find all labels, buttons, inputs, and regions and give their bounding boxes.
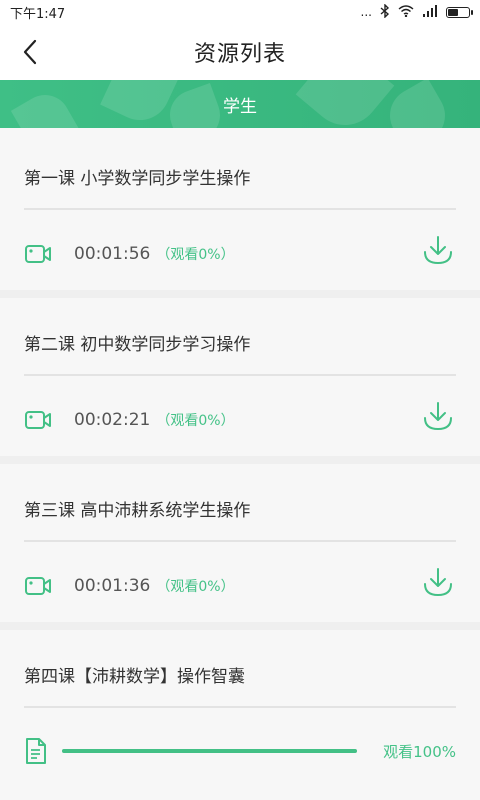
download-icon[interactable] — [420, 232, 456, 268]
lesson-meta-row: 00:01:36 （观看0%） — [24, 542, 456, 630]
list-item[interactable]: 第二课 初中数学同步学习操作 00:02:21 （观看0%） — [0, 298, 480, 464]
status-time: 下午1:47 — [10, 6, 66, 22]
lesson-meta-row: 00:02:21 （观看0%） — [24, 376, 456, 464]
video-camera-icon — [25, 245, 51, 263]
video-camera-icon — [25, 577, 51, 595]
read-progress-bar — [62, 749, 358, 753]
video-camera-icon — [25, 411, 51, 429]
list-item[interactable]: 第三课 高中沛耕系统学生操作 00:01:36 （观看0%） — [0, 464, 480, 630]
tab-students[interactable]: 学生 — [223, 92, 257, 117]
lesson-title: 第二课 初中数学同步学习操作 — [24, 335, 251, 355]
tab-bar: 学生 — [0, 80, 480, 128]
lesson-title: 第三课 高中沛耕系统学生操作 — [24, 501, 251, 521]
duration: 00:01:36 — [74, 576, 151, 596]
chevron-left-icon — [23, 39, 37, 65]
decorative-leaf-3 — [295, 80, 395, 128]
battery-icon — [446, 6, 473, 18]
list-item[interactable]: 第四课【沛耕数学】操作智囊 观看100% — [0, 630, 480, 794]
status-bar: 下午1:47 ... — [0, 0, 480, 24]
read-progress-fill — [62, 749, 358, 753]
bluetooth-icon — [380, 2, 390, 21]
signal-icon — [422, 4, 438, 20]
status-icons: ... — [360, 2, 473, 21]
document-meta-row: 观看100% — [24, 708, 456, 794]
back-button[interactable] — [12, 34, 48, 70]
document-icon — [26, 738, 46, 764]
watch-progress: （观看0%） — [156, 579, 235, 595]
app-header: 资源列表 — [0, 24, 480, 80]
resource-list: 第一课 小学数学同步学生操作 00:01:56 （观看0%） 第二课 初中数学同… — [0, 128, 480, 794]
duration: 00:01:56 — [74, 244, 151, 264]
watch-progress: （观看0%） — [156, 247, 235, 263]
watch-percentage: 观看100% — [383, 742, 456, 761]
wifi-icon — [398, 4, 414, 20]
download-icon[interactable] — [420, 398, 456, 434]
lesson-meta-row: 00:01:56 （观看0%） — [24, 210, 456, 298]
page-title: 资源列表 — [193, 42, 286, 67]
lesson-title: 第四课【沛耕数学】操作智囊 — [24, 667, 245, 687]
watch-progress: （观看0%） — [156, 413, 235, 429]
more-dots-icon: ... — [360, 5, 372, 19]
list-item[interactable]: 第一课 小学数学同步学生操作 00:01:56 （观看0%） — [0, 132, 480, 298]
decorative-leaf-1 — [100, 80, 180, 128]
lesson-title: 第一课 小学数学同步学生操作 — [24, 169, 251, 189]
decorative-leaf-5 — [10, 85, 80, 128]
duration: 00:02:21 — [74, 410, 151, 430]
download-icon[interactable] — [420, 564, 456, 600]
